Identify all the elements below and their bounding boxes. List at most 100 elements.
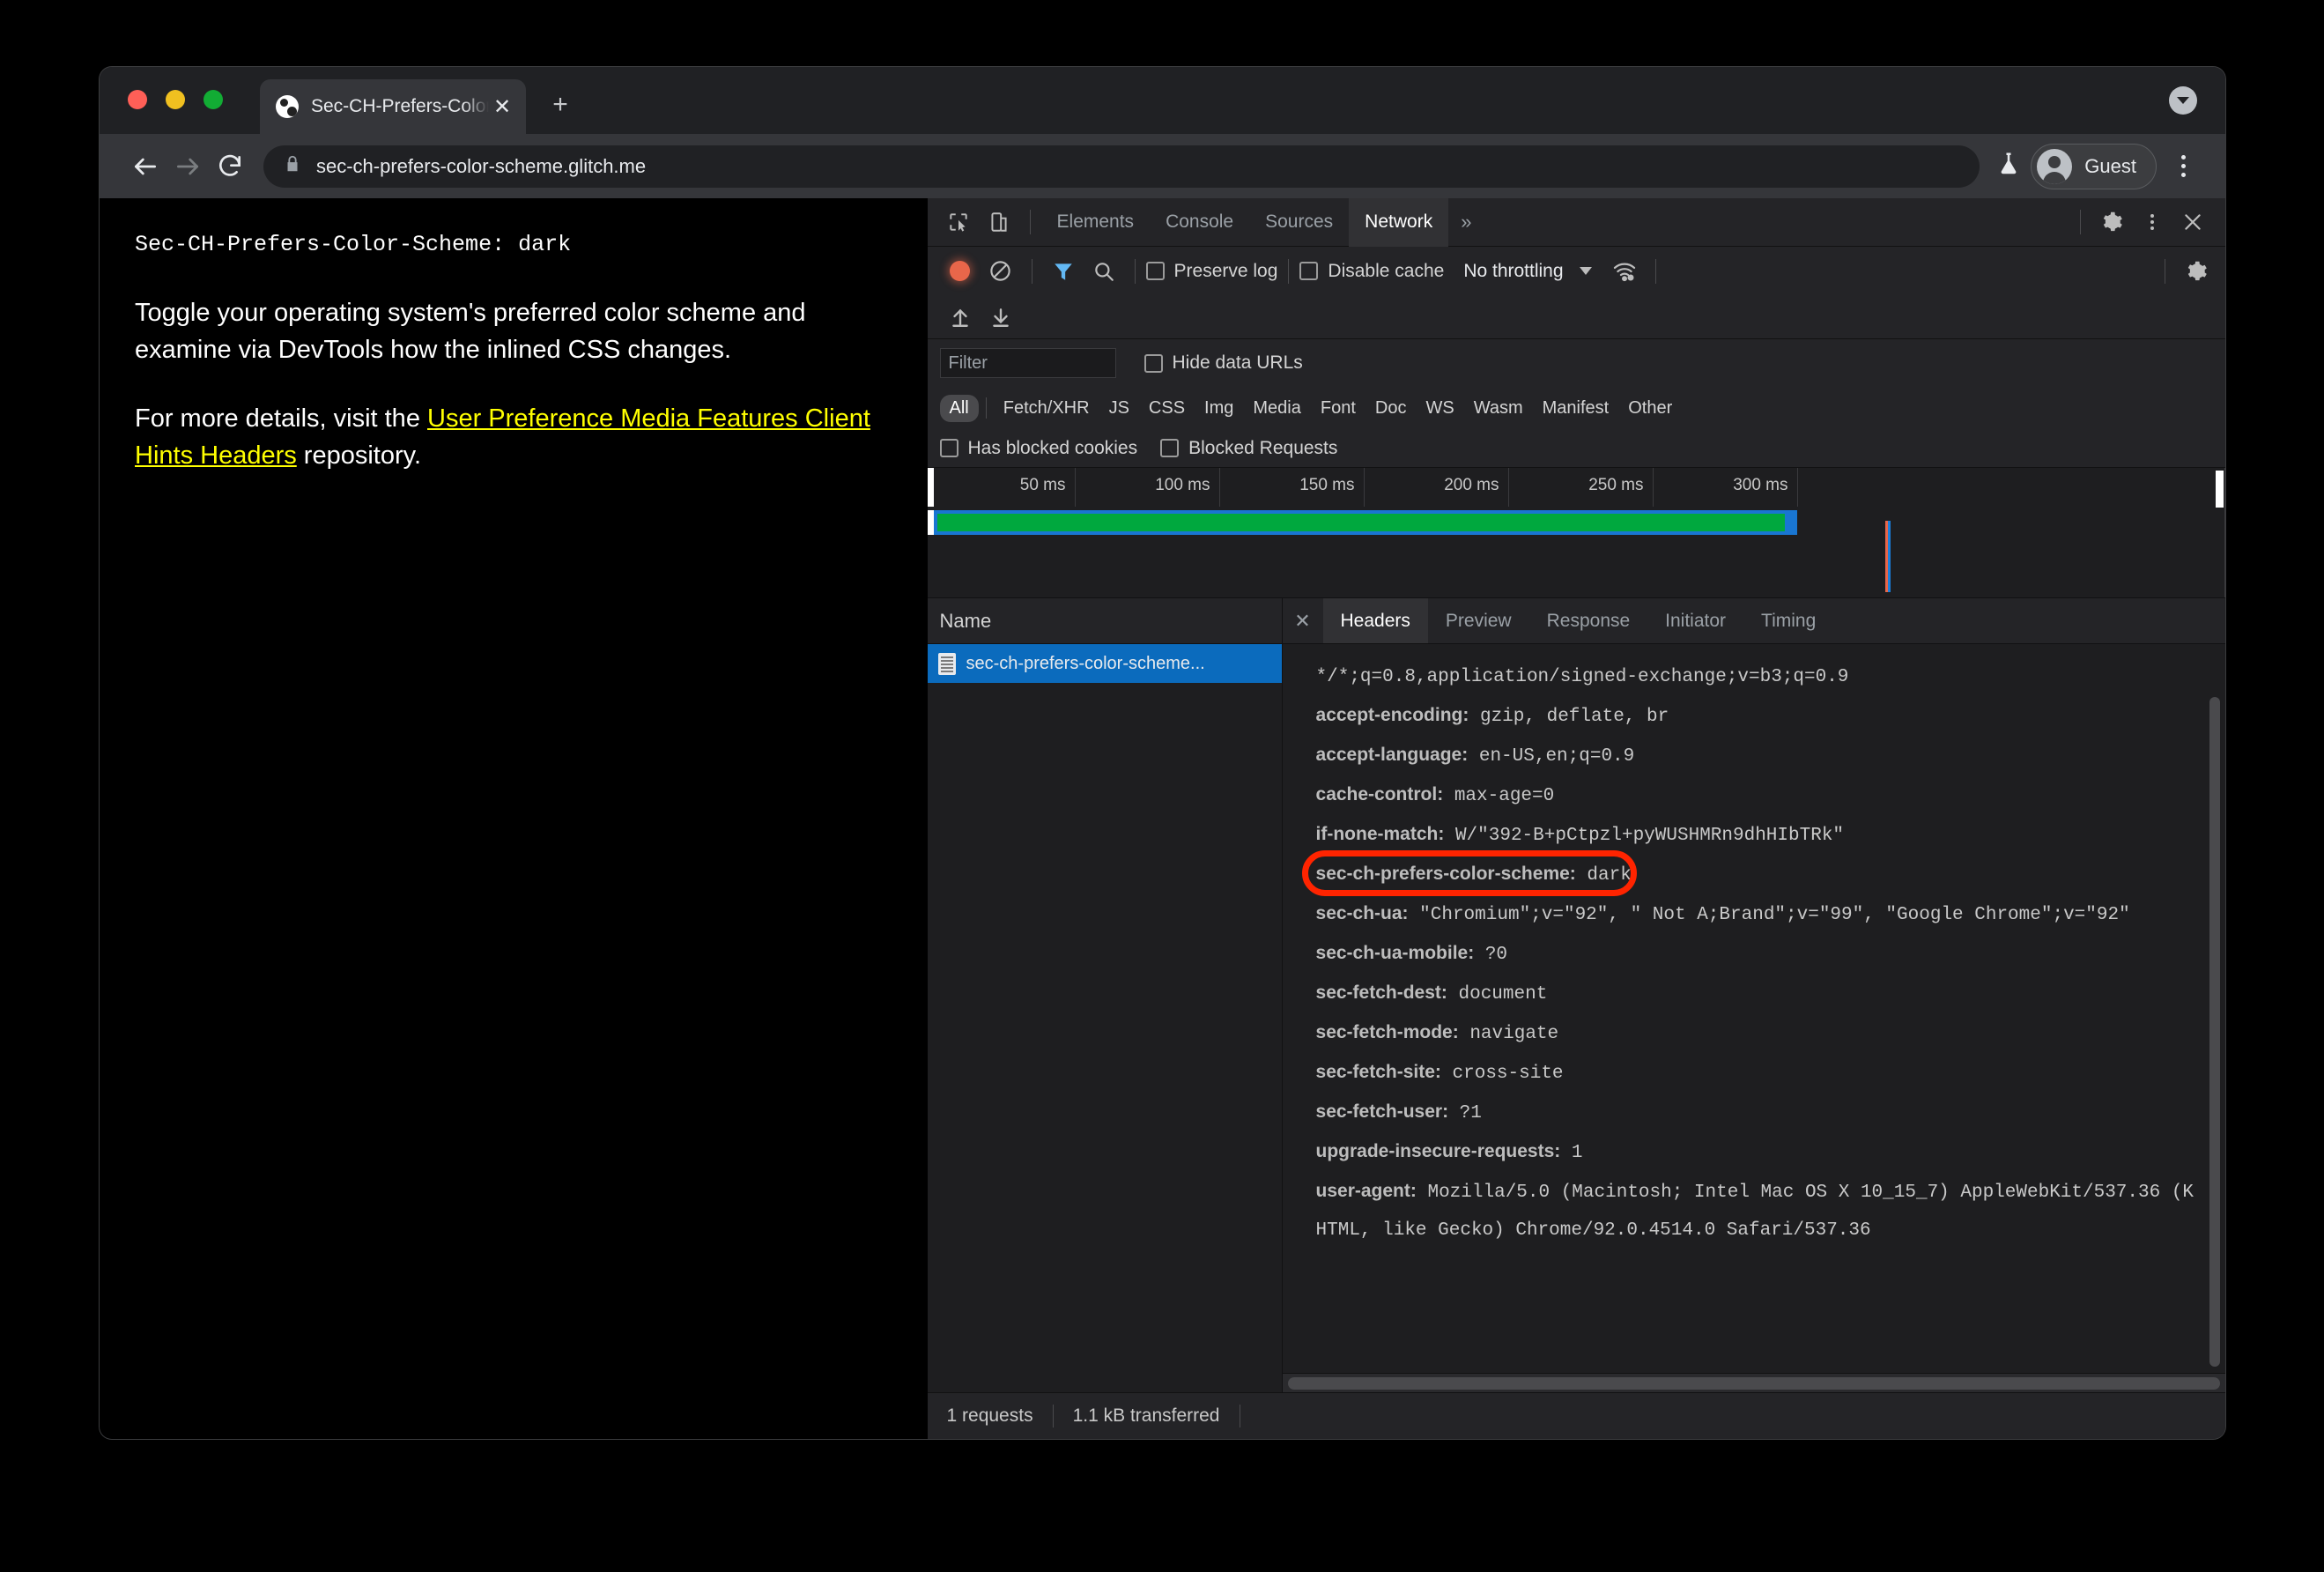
more-tabs-button[interactable]: »	[1448, 211, 1484, 234]
device-toolbar-button[interactable]	[979, 202, 1019, 242]
paragraph-2-prefix: For more details, visit the	[135, 404, 427, 434]
type-filter-img[interactable]: Img	[1195, 395, 1243, 422]
overview-left-handle[interactable]	[927, 468, 934, 507]
gear-icon	[2103, 211, 2122, 232]
filter-toggle-button[interactable]	[1043, 251, 1084, 292]
export-har-icon	[992, 308, 1009, 327]
record-button[interactable]	[940, 251, 981, 292]
network-conditions-button[interactable]	[1604, 251, 1645, 292]
overview-request-bar-inner	[936, 514, 1785, 531]
type-filter-fetch-xhr[interactable]: Fetch/XHR	[994, 395, 1099, 422]
disable-cache-checkbox[interactable]: Disable cache	[1299, 261, 1444, 282]
overview-left-handle-lower[interactable]	[927, 510, 934, 535]
scrollbar-thumb[interactable]	[1287, 1377, 2220, 1390]
network-overview-timeline[interactable]: 50 ms 100 ms 150 ms 200 ms 250 ms 300 ms	[927, 468, 2225, 598]
forward-button[interactable]	[167, 145, 209, 188]
header-name: sec-fetch-site:	[1315, 1062, 1441, 1082]
flask-icon[interactable]	[1995, 151, 2022, 182]
devtools-close-button[interactable]	[2172, 202, 2213, 242]
tab-response[interactable]: Response	[1529, 598, 1648, 643]
timeline-tick-250ms: 250 ms	[1588, 476, 1644, 494]
checkbox-box	[1299, 262, 1319, 280]
blocked-requests-label: Blocked Requests	[1188, 437, 1338, 458]
import-har-button[interactable]	[940, 297, 981, 337]
maximize-window-button[interactable]	[204, 90, 223, 109]
overview-scrollbar[interactable]	[2216, 471, 2224, 508]
inspect-element-button[interactable]	[938, 202, 979, 242]
type-filter-js[interactable]: JS	[1099, 395, 1139, 422]
type-filter-all[interactable]: All	[939, 394, 979, 422]
tab-elements[interactable]: Elements	[1041, 198, 1151, 247]
header-name: sec-ch-ua:	[1315, 903, 1409, 923]
tab-search-button[interactable]	[2169, 86, 2197, 115]
request-list: Name sec-ch-prefers-color-scheme...	[927, 598, 1283, 1392]
type-filter-other[interactable]: Other	[1618, 395, 1682, 422]
devtools-kebab-button[interactable]	[2132, 202, 2172, 242]
import-har-icon	[951, 308, 968, 327]
filter-input[interactable]: Filter	[939, 348, 1116, 378]
preserve-log-checkbox[interactable]: Preserve log	[1145, 261, 1277, 282]
headers-scrollbar[interactable]	[2209, 697, 2220, 1367]
type-divider	[985, 397, 987, 419]
tab-sources[interactable]: Sources	[1249, 198, 1349, 247]
request-count: 1 requests	[946, 1405, 1033, 1426]
type-filter-ws[interactable]: WS	[1416, 395, 1463, 422]
controls-divider-3	[1288, 258, 1290, 284]
clear-network-log-button[interactable]	[981, 251, 1021, 292]
close-detail-button[interactable]: ✕	[1283, 598, 1323, 643]
headers-horizontal-scrollbar[interactable]	[1282, 1373, 2225, 1392]
reload-button[interactable]	[209, 145, 251, 188]
request-name: sec-ch-prefers-color-scheme...	[966, 653, 1205, 673]
type-filter-wasm[interactable]: Wasm	[1464, 395, 1533, 422]
request-list-body: sec-ch-prefers-color-scheme...	[927, 644, 1282, 1392]
page-header-line: Sec-CH-Prefers-Color-Scheme: dark	[135, 232, 572, 257]
browser-menu-button[interactable]	[2165, 147, 2201, 186]
three-dot-menu-icon	[2180, 155, 2186, 159]
close-window-button[interactable]	[128, 90, 147, 109]
devtools-panel: Elements Console Sources Network » Prese…	[926, 197, 2225, 1439]
lock-icon	[283, 154, 302, 178]
type-filter-font[interactable]: Font	[1311, 395, 1366, 422]
headers-list: */*;q=0.8,application/signed-exchange;v=…	[1282, 644, 2225, 1373]
back-button[interactable]	[124, 145, 167, 188]
checkbox-box	[1145, 262, 1165, 280]
table-row[interactable]: sec-ch-prefers-color-scheme...	[927, 644, 1282, 683]
header-name: sec-fetch-dest:	[1315, 982, 1447, 1003]
capture-settings-button[interactable]	[2176, 251, 2217, 292]
header-row: sec-fetch-dest: document	[1316, 974, 2201, 1013]
address-bar[interactable]: sec-ch-prefers-color-scheme.glitch.me	[263, 145, 1980, 188]
chevron-down-icon[interactable]	[1579, 267, 1592, 275]
window-traffic-lights	[128, 90, 223, 109]
new-tab-button[interactable]: +	[540, 85, 581, 125]
close-icon	[2185, 214, 2201, 230]
devtools-settings-button[interactable]	[2091, 202, 2132, 242]
has-blocked-cookies-checkbox[interactable]: Has blocked cookies	[939, 438, 1137, 459]
profile-button[interactable]: Guest	[2031, 143, 2157, 189]
throttling-select[interactable]: No throttling	[1463, 261, 1563, 282]
type-filter-doc[interactable]: Doc	[1366, 395, 1417, 422]
tab-initiator[interactable]: Initiator	[1647, 598, 1743, 643]
export-har-button[interactable]	[981, 297, 1021, 337]
chevron-down-icon	[2177, 97, 2189, 104]
inspect-element-icon	[949, 213, 967, 232]
search-button[interactable]	[1084, 251, 1124, 292]
minimize-window-button[interactable]	[166, 90, 185, 109]
type-filter-css[interactable]: CSS	[1139, 395, 1195, 422]
avatar	[2037, 148, 2073, 184]
blocked-requests-checkbox[interactable]: Blocked Requests	[1160, 438, 1337, 459]
tab-headers[interactable]: Headers	[1322, 598, 1428, 643]
tab-console[interactable]: Console	[1150, 198, 1249, 247]
browser-tab[interactable]: Sec-CH-Prefers-Color-Scheme ✕	[260, 79, 526, 134]
tab-timing[interactable]: Timing	[1743, 598, 1833, 643]
page-paragraph-2: For more details, visit the User Prefere…	[135, 400, 892, 474]
browser-window: Sec-CH-Prefers-Color-Scheme ✕ +	[100, 67, 2225, 1439]
close-tab-icon[interactable]: ✕	[489, 93, 515, 120]
timeline-tick-50ms: 50 ms	[1019, 476, 1066, 494]
hide-data-urls-checkbox[interactable]: Hide data URLs	[1143, 352, 1303, 374]
type-filter-media[interactable]: Media	[1243, 395, 1310, 422]
type-filter-manifest[interactable]: Manifest	[1533, 395, 1619, 422]
tab-network[interactable]: Network	[1349, 197, 1449, 247]
header-value: cross-site	[1440, 1064, 1564, 1084]
tab-preview[interactable]: Preview	[1428, 598, 1529, 643]
request-list-header[interactable]: Name	[927, 598, 1282, 644]
